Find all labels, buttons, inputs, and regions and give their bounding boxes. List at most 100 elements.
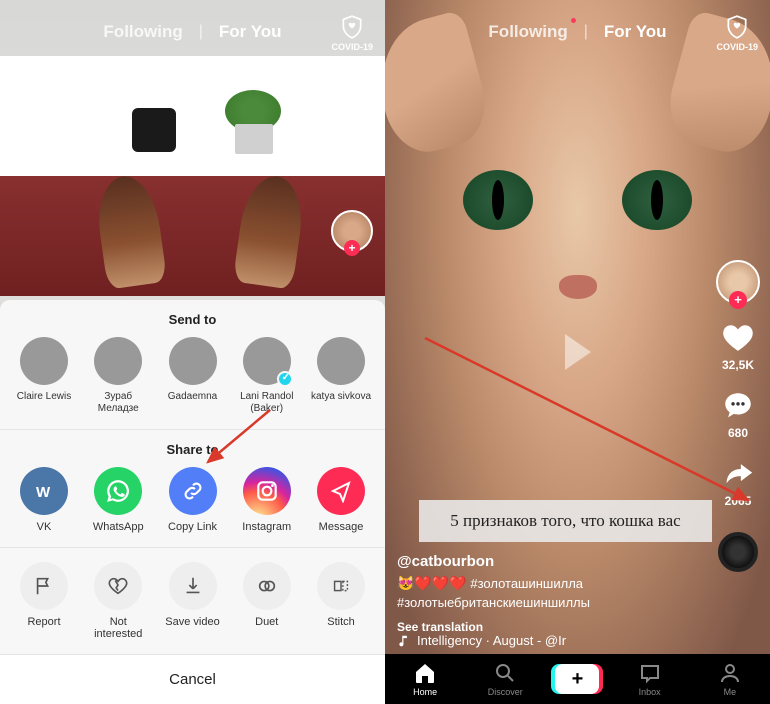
- share-label: Copy Link: [168, 521, 217, 533]
- tab-following[interactable]: Following: [488, 22, 567, 42]
- actions-row: Report Not interested Save video Duet St…: [0, 548, 385, 654]
- plant-prop: [225, 90, 281, 154]
- dog-ears: [100, 176, 300, 296]
- bg-shelf: [0, 56, 385, 176]
- caption[interactable]: 😻❤️❤️❤️ #золоташиншилла #золотыебританск…: [397, 574, 700, 612]
- nav-label: Home: [413, 687, 437, 697]
- feed-tabs: Following | For You: [385, 22, 770, 42]
- verified-badge-icon: [277, 371, 293, 387]
- action-label: Duet: [255, 616, 278, 628]
- share-icon: [720, 456, 756, 492]
- stitch-icon: [317, 562, 365, 610]
- share-vk[interactable]: WVK: [10, 467, 78, 533]
- see-translation[interactable]: See translation: [397, 620, 700, 634]
- speaker-prop: [132, 108, 176, 152]
- music-text: Intelligency · August - @Ir: [417, 633, 566, 648]
- notification-dot-icon: [571, 18, 576, 23]
- tab-following[interactable]: Following: [103, 22, 182, 42]
- nav-label: Discover: [488, 687, 523, 697]
- bottom-nav: Home Discover + Inbox Me: [385, 654, 770, 704]
- nav-discover[interactable]: Discover: [475, 661, 535, 697]
- heart-broken-icon: [94, 562, 142, 610]
- contact-label: katya sivkova: [311, 391, 371, 403]
- covid-label: COVID-19: [716, 42, 758, 52]
- music-row[interactable]: Intelligency · August - @Ir: [397, 633, 700, 648]
- tab-separator: |: [199, 23, 203, 41]
- creator-avatar[interactable]: +: [331, 210, 373, 252]
- contacts-row: Claire Lewis Зураб Меладзе Gadaemna Lani…: [0, 337, 385, 429]
- cancel-button[interactable]: Cancel: [0, 654, 385, 704]
- share-sheet: Send to Claire Lewis Зураб Меладзе Gadae…: [0, 300, 385, 704]
- action-stitch[interactable]: Stitch: [307, 562, 375, 640]
- flag-icon: [20, 562, 68, 610]
- tab-foryou[interactable]: For You: [604, 22, 667, 42]
- share-message[interactable]: Message: [307, 467, 375, 533]
- contact-item[interactable]: Claire Lewis: [10, 337, 78, 415]
- comment-count: 680: [728, 426, 748, 440]
- contact-item[interactable]: Gadaemna: [159, 337, 227, 415]
- phone-share-sheet: Following | For You COVID-19 + Send to C…: [0, 0, 385, 704]
- contact-item[interactable]: Зураб Меладзе: [84, 337, 152, 415]
- send-icon: [317, 467, 365, 515]
- share-label: Instagram: [242, 521, 291, 533]
- action-duet[interactable]: Duet: [233, 562, 301, 640]
- share-instagram[interactable]: Instagram: [233, 467, 301, 533]
- like-button[interactable]: 32,5K: [720, 320, 756, 372]
- share-whatsapp[interactable]: WhatsApp: [84, 467, 152, 533]
- play-icon[interactable]: [565, 334, 591, 370]
- share-label: WhatsApp: [93, 521, 144, 533]
- vk-icon: W: [20, 467, 68, 515]
- nav-inbox[interactable]: Inbox: [620, 661, 680, 697]
- feed-tabs: Following | For You: [0, 22, 385, 42]
- plus-icon: +: [572, 668, 584, 691]
- like-count: 32,5K: [722, 358, 754, 372]
- tab-separator: |: [584, 23, 588, 41]
- nav-create[interactable]: +: [555, 664, 599, 694]
- covid-button[interactable]: COVID-19: [331, 14, 373, 52]
- share-copy-link[interactable]: Copy Link: [159, 467, 227, 533]
- instagram-icon: [243, 467, 291, 515]
- duet-icon: [243, 562, 291, 610]
- inbox-icon: [638, 661, 662, 685]
- share-button[interactable]: 2065: [720, 456, 756, 508]
- whatsapp-icon: [94, 467, 142, 515]
- caption-overlay: 5 признаков того, что кошка вас: [419, 500, 712, 542]
- covid-label: COVID-19: [331, 42, 373, 52]
- phone-feed-view: Following | For You COVID-19 + 32,5K 680…: [385, 0, 770, 704]
- heart-icon: [720, 320, 756, 356]
- username[interactable]: @catbourbon: [397, 553, 700, 570]
- action-report[interactable]: Report: [10, 562, 78, 640]
- send-to-heading: Send to: [0, 300, 385, 337]
- link-icon: [169, 467, 217, 515]
- creator-avatar[interactable]: +: [716, 260, 760, 304]
- contact-label: Зураб Меладзе: [84, 391, 152, 415]
- nav-label: Inbox: [639, 687, 661, 697]
- sound-disc[interactable]: [718, 532, 758, 572]
- cat-face: [405, 80, 750, 460]
- covid-button[interactable]: COVID-19: [716, 14, 758, 52]
- comment-button[interactable]: 680: [720, 388, 756, 440]
- action-save-video[interactable]: Save video: [159, 562, 227, 640]
- nav-home[interactable]: Home: [395, 661, 455, 697]
- share-row: WVK WhatsApp Copy Link Instagram Message: [0, 467, 385, 547]
- action-label: Stitch: [327, 616, 355, 628]
- action-not-interested[interactable]: Not interested: [84, 562, 152, 640]
- share-count: 2065: [725, 494, 752, 508]
- shield-heart-icon: [724, 14, 750, 40]
- tab-foryou[interactable]: For You: [219, 22, 282, 42]
- nav-me[interactable]: Me: [700, 661, 760, 697]
- video-meta: @catbourbon 😻❤️❤️❤️ #золоташиншилла #зол…: [397, 553, 700, 634]
- follow-plus-icon[interactable]: +: [344, 240, 360, 256]
- contact-item[interactable]: Lani Randol (Baker): [233, 337, 301, 415]
- contact-item[interactable]: katya sivkova: [307, 337, 375, 415]
- action-rail: + 32,5K 680 2065: [716, 260, 760, 572]
- contact-label: Gadaemna: [168, 391, 217, 403]
- contact-label: Lani Randol (Baker): [233, 391, 301, 415]
- shield-heart-icon: [339, 14, 365, 40]
- share-label: Message: [319, 521, 364, 533]
- action-label: Save video: [165, 616, 219, 628]
- nav-label: Me: [724, 687, 737, 697]
- action-label: Report: [27, 616, 60, 628]
- follow-plus-icon[interactable]: +: [729, 291, 747, 309]
- share-to-heading: Share to: [0, 430, 385, 467]
